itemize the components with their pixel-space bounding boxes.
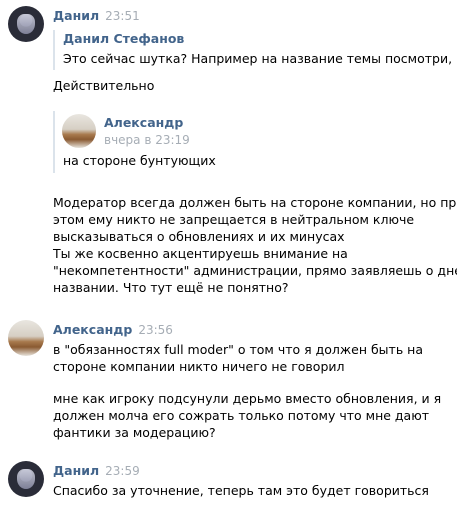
message-text-line: Ты же косвенно акцентируешь внимание на bbox=[53, 246, 348, 261]
nested-quote-author[interactable]: Александр bbox=[104, 115, 183, 130]
message-author[interactable]: Александр 23:56 bbox=[53, 322, 173, 337]
message-time[interactable]: 23:59 bbox=[105, 464, 140, 478]
message-time[interactable]: 23:51 bbox=[105, 9, 140, 23]
author-name[interactable]: Данил bbox=[53, 8, 99, 23]
message-text-line: стороне компании никто ничего не говорил bbox=[53, 359, 345, 374]
avatar[interactable] bbox=[8, 6, 44, 42]
message-text-line: высказываться о обновлениях и их минусах bbox=[53, 229, 345, 244]
message-author[interactable]: Данил 23:59 bbox=[53, 463, 140, 478]
message-time[interactable]: 23:56 bbox=[138, 323, 173, 337]
message-text-line: должен молча его сожрать только потому ч… bbox=[53, 408, 430, 423]
message-text-line: в "обязанностях full moder" о том что я … bbox=[53, 342, 424, 357]
author-name[interactable]: Данил bbox=[53, 463, 99, 478]
message-text-line: названии. Что тут ещё не понятно? bbox=[53, 280, 289, 295]
avatar[interactable] bbox=[62, 114, 96, 148]
message-author[interactable]: Данил 23:51 bbox=[53, 8, 140, 23]
message-text: Действительно bbox=[53, 78, 155, 93]
message-text-line: мне как игроку подсунули дерьмо вместо о… bbox=[53, 391, 442, 406]
quote-bar bbox=[53, 30, 55, 70]
avatar[interactable] bbox=[8, 320, 44, 356]
message-text: Спасибо за уточнение, теперь там это буд… bbox=[53, 483, 429, 498]
message: Александр 23:56 в "обязанностях full mode… bbox=[0, 316, 457, 446]
quote-author[interactable]: Данил Стефанов bbox=[63, 31, 184, 46]
message-text-line: фантики за модерацию? bbox=[53, 425, 216, 440]
message-text-line: "некомпетентности" администрации, прямо … bbox=[53, 263, 457, 278]
nested-quote-text: на стороне бунтующих bbox=[63, 153, 216, 168]
message: Данил 23:59 Спасибо за уточнение, теперь … bbox=[0, 457, 457, 509]
nested-quote-time[interactable]: вчера в 23:19 bbox=[104, 133, 190, 147]
quote-text[interactable]: Это сейчас шутка? Например на название т… bbox=[63, 50, 457, 67]
avatar[interactable] bbox=[8, 461, 44, 497]
message-text-line: Модератор всегда должен быть на стороне … bbox=[53, 195, 457, 210]
message-text-line: этом ему никто не запрещается в нейтраль… bbox=[53, 212, 415, 227]
author-name[interactable]: Александр bbox=[53, 322, 132, 337]
message: Данил 23:51 Данил Стефанов Это сейчас шут… bbox=[0, 0, 457, 310]
nested-quote-bar bbox=[53, 111, 55, 173]
